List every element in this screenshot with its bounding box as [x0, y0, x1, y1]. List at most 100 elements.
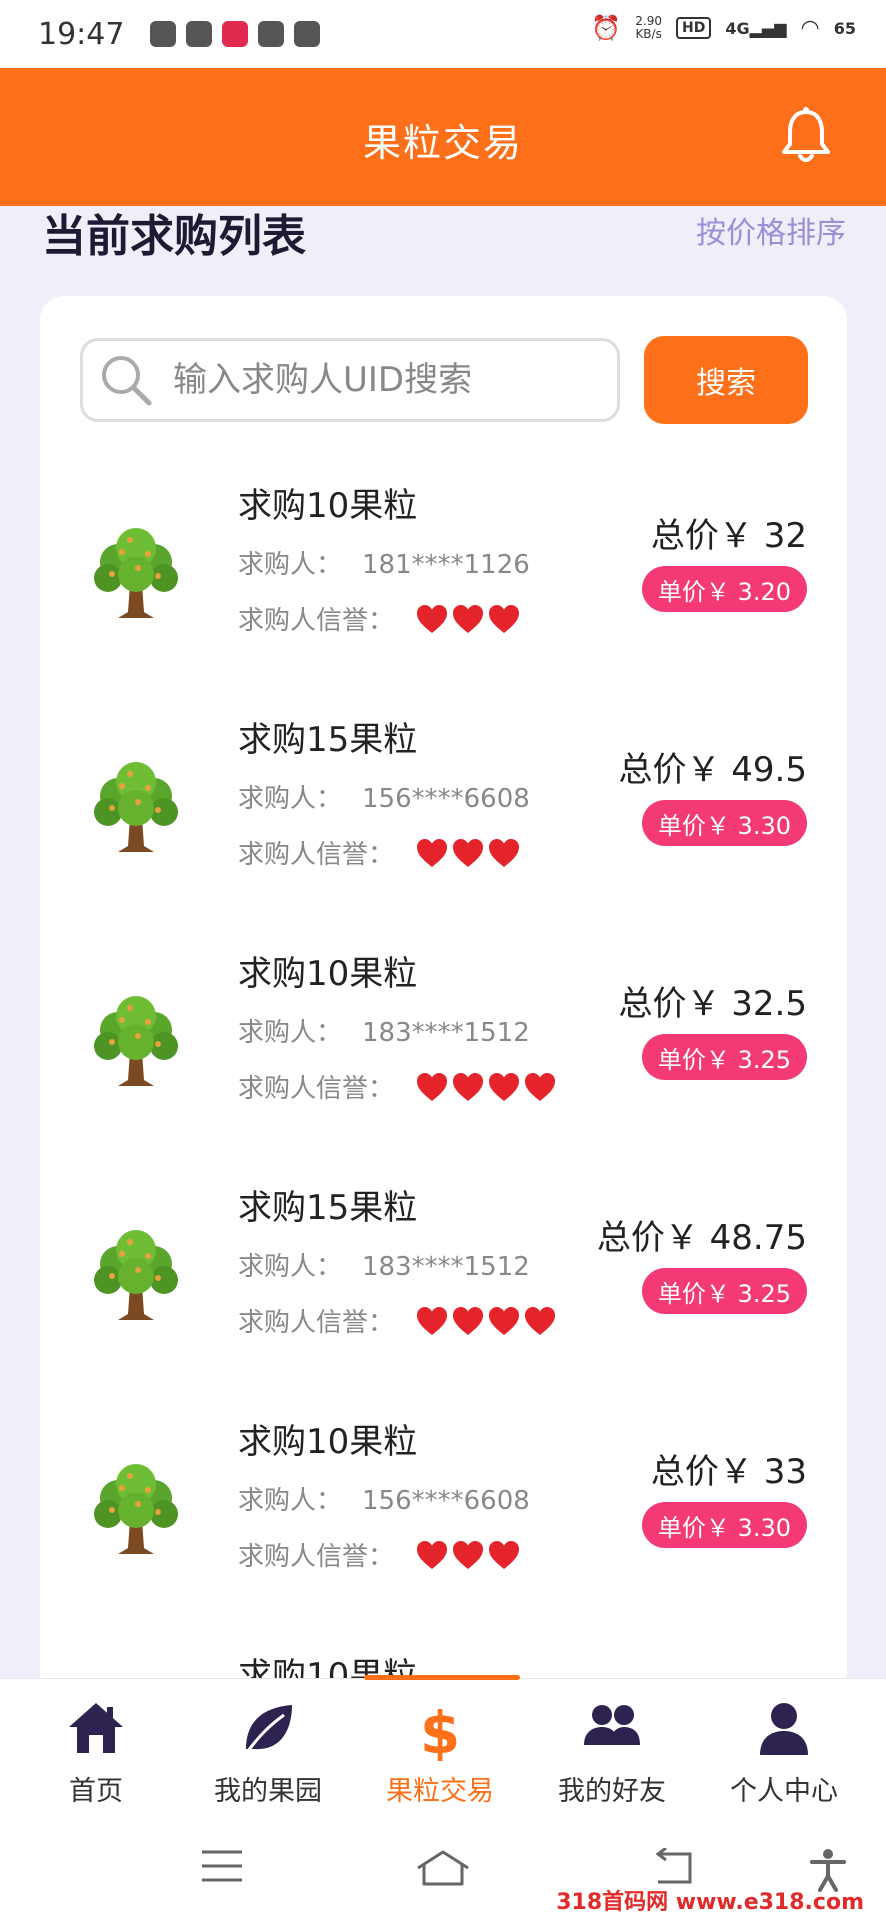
heart-icon — [489, 1540, 520, 1569]
buyer-uid: 183****1512 — [362, 1252, 530, 1282]
tab-my-orchard[interactable]: 我的果园 — [182, 1679, 354, 1825]
unit-price-badge: 单价￥ 3.30 — [641, 1502, 807, 1548]
home-nav-icon[interactable] — [414, 1848, 472, 1888]
buyer-label: 求购人： — [238, 1018, 343, 1048]
unit-price-badge: 单价￥ 3.25 — [641, 1268, 807, 1314]
dollar-icon: $ — [420, 1701, 460, 1761]
notification-icon — [294, 21, 321, 47]
unit-price-badge: 单价￥ 3.20 — [641, 566, 807, 612]
heart-icon — [489, 1072, 520, 1101]
tree-icon — [94, 996, 178, 1086]
reputation: 求购人信誉： — [238, 1536, 520, 1573]
leaf-icon — [246, 1705, 292, 1752]
heart-icon — [417, 1540, 448, 1569]
list-item[interactable]: 求购10果粒 求购人： 156****6608 求购人信誉： 总价￥ 33 单价￥ 3.3… — [40, 1406, 847, 1640]
notification-icon — [258, 21, 285, 47]
list-item[interactable]: 求购15果粒 求购人： 156****6608 求购人信誉： 总价￥ 49.5 单价￥ 3… — [40, 704, 847, 938]
svg-text:$: $ — [420, 1701, 460, 1761]
buyer-info: 求购人： 156****6608 — [238, 778, 530, 815]
heart-icon — [417, 1072, 448, 1101]
unit-price-badge: 单价￥ 3.30 — [641, 800, 807, 846]
search-input[interactable] — [171, 359, 595, 401]
heart-icon — [453, 1306, 484, 1335]
buyer-info: 求购人： 181****1126 — [238, 544, 530, 581]
notification-icon — [186, 21, 213, 47]
friends-icon — [584, 1705, 640, 1745]
reputation-label: 求购人信誉： — [238, 1074, 395, 1104]
reputation-hearts — [416, 838, 520, 868]
heart-icon — [489, 1306, 520, 1335]
tab-personal-center[interactable]: 个人中心 — [698, 1679, 870, 1825]
heart-icon — [453, 1540, 484, 1569]
menu-icon[interactable] — [200, 1848, 244, 1884]
tab-my-friends[interactable]: 我的好友 — [526, 1679, 698, 1825]
reputation: 求购人信誉： — [238, 1302, 556, 1339]
back-icon[interactable] — [650, 1848, 698, 1888]
section-title: 当前求购列表 — [42, 211, 306, 262]
buyer-info: 求购人： 183****1512 — [238, 1246, 530, 1283]
item-title: 求购15果粒 — [238, 720, 418, 760]
signal-icon: 4G▂▄▆ — [725, 18, 787, 38]
tab-label: 果粒交易 — [386, 1776, 494, 1807]
list-item[interactable]: 求购10果粒 求购人： 181****1126 求购人信誉： 总价￥ 32 单价￥ 3.2… — [40, 470, 847, 704]
total-price: 总价￥ 32.5 — [618, 984, 807, 1024]
total-price: 总价￥ 49.5 — [618, 750, 807, 790]
buyer-label: 求购人： — [238, 550, 343, 580]
total-price: 总价￥ 33 — [650, 1452, 807, 1492]
app-bar: 果粒交易 — [0, 68, 886, 206]
reputation-hearts — [416, 1540, 520, 1570]
buyer-info: 求购人： 183****1512 — [238, 1012, 530, 1049]
item-title: 求购10果粒 — [238, 486, 418, 526]
reputation-label: 求购人信誉： — [238, 1542, 395, 1572]
tree-icon — [94, 1230, 178, 1320]
buyer-uid: 183****1512 — [362, 1018, 530, 1048]
item-title: 求购10果粒 — [238, 954, 418, 994]
buyer-info: 求购人： 156****6608 — [238, 1480, 530, 1517]
hd-badge: HD — [676, 17, 712, 39]
notification-icon — [150, 21, 177, 47]
sort-by-price-link[interactable]: 按价格排序 — [696, 208, 846, 252]
total-price: 总价￥ 48.75 — [596, 1218, 807, 1258]
buyer-label: 求购人： — [238, 1486, 343, 1516]
reputation-label: 求购人信誉： — [238, 606, 395, 636]
status-bar: 19:47 ⏰ 2.90 KB/s HD 4G▂▄▆ ◠ 65 — [0, 0, 886, 68]
search-field[interactable] — [80, 338, 620, 422]
heart-icon — [453, 838, 484, 867]
reputation: 求购人信誉： — [238, 1068, 556, 1105]
purchase-list-card: 搜索 求购10果粒求购人：181****1126求购人信誉：总价￥ 32单价￥ … — [40, 296, 847, 1696]
reputation: 求购人信誉： — [238, 600, 520, 637]
tree-icon — [94, 1464, 178, 1554]
reputation-hearts — [416, 1306, 556, 1336]
buyer-uid: 181****1126 — [362, 550, 530, 580]
battery-icon: 65 — [833, 18, 856, 38]
buyer-label: 求购人： — [238, 1252, 343, 1282]
alarm-icon: ⏰ — [591, 14, 622, 42]
tab-label: 个人中心 — [730, 1776, 838, 1807]
tab-fruit-trade[interactable]: $ 果粒交易 — [354, 1679, 526, 1825]
list-item[interactable]: 求购10果粒求购人： 183****1512 求购人信誉： 总价￥ 32.5 单价￥ 3… — [40, 938, 847, 1172]
item-title: 求购15果粒 — [238, 1188, 418, 1228]
heart-icon — [417, 838, 448, 867]
heart-icon — [525, 1306, 556, 1335]
buyer-uid: 156****6608 — [362, 784, 530, 814]
search-icon — [102, 356, 152, 406]
unit-price-badge: 单价￥ 3.25 — [641, 1034, 807, 1080]
buyer-uid: 156****6608 — [362, 1486, 530, 1516]
user-icon — [760, 1703, 808, 1755]
reputation-hearts — [416, 604, 520, 634]
tab-label: 首页 — [69, 1776, 123, 1807]
network-speed: 2.90 KB/s — [635, 14, 662, 41]
heart-icon — [453, 604, 484, 633]
search-button[interactable]: 搜索 — [644, 336, 808, 424]
list-item[interactable]: 求购15果粒求购人： 183****1512 求购人信誉： 总价￥ 48.75 单价￥ … — [40, 1172, 847, 1406]
tree-icon — [94, 762, 178, 852]
heart-icon — [525, 1072, 556, 1101]
heart-icon — [489, 604, 520, 633]
home-icon — [69, 1703, 123, 1753]
tab-home[interactable]: 首页 — [10, 1679, 182, 1825]
bell-icon[interactable] — [778, 106, 834, 166]
heart-icon — [489, 838, 520, 867]
tab-label: 我的果园 — [214, 1776, 322, 1807]
wifi-icon: ◠ — [800, 15, 820, 41]
bottom-tab-bar: 首页 我的果园 $ 果粒交易 我的好友 个人中心 — [0, 1675, 886, 1825]
